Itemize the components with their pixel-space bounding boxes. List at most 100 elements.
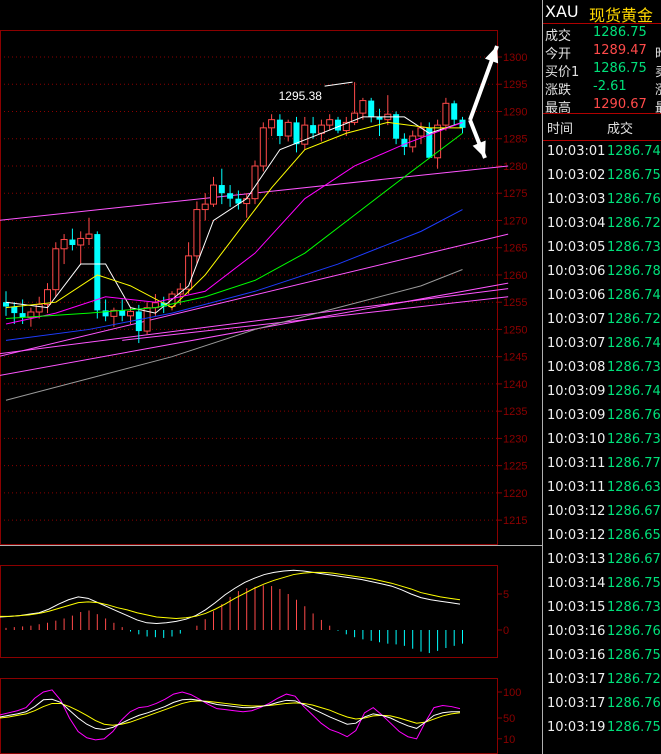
tick-row[interactable]: 10:03:09 1286.76 (543, 408, 661, 432)
tick-time: 10:03:08 (547, 360, 606, 375)
tick-price: 1286.67 (607, 504, 661, 519)
main-axis-label: 1220 (503, 488, 527, 500)
main-axis-label: 1285 (503, 134, 527, 146)
tick-price: 1286.75 (607, 720, 661, 735)
tick-row[interactable]: 10:03:14 1286.75 (543, 576, 661, 600)
candle-body-up (284, 121, 292, 137)
tick-row[interactable]: 10:03:06 1286.78 (543, 264, 661, 288)
candle-body-up (268, 119, 276, 129)
main-axis-label: 1300 (503, 52, 527, 64)
candle-body-down (11, 306, 18, 314)
tick-row[interactable]: 10:03:01 1286.74 (543, 144, 661, 168)
candle-body-up (77, 237, 85, 246)
tick-time: 10:03:16 (547, 648, 606, 663)
candle-body-up (201, 203, 209, 211)
candle-body-up (210, 184, 217, 205)
chart-area[interactable]: 1300 1295 1290 1285 1280 1275 1270 1265 1260 1255… (0, 0, 542, 754)
tick-row[interactable]: 10:03:17 1286.76 (543, 696, 661, 720)
ma20-line (5, 121, 463, 325)
quote-label: 买价1 (545, 65, 580, 80)
tick-price: 1286.76 (607, 192, 661, 207)
candle-body-up (85, 233, 93, 239)
tick-row[interactable]: 10:03:02 1286.75 (543, 168, 661, 192)
ma30-line (5, 132, 463, 320)
tick-time: 10:03:14 (547, 576, 606, 591)
ma5-line (5, 116, 463, 314)
tick-row[interactable]: 10:03:16 1286.75 (543, 648, 661, 672)
tick-row[interactable]: 10:03:07 1286.72 (543, 312, 661, 336)
tick-time: 10:03:02 (547, 168, 606, 183)
tick-row[interactable]: 10:03:19 1286.75 (543, 720, 661, 744)
candle-body-up (243, 198, 251, 205)
tick-time: 10:03:01 (547, 144, 606, 159)
tick-time: 10:03:07 (547, 336, 606, 351)
tick-row[interactable]: 10:03:11 1286.77 (543, 456, 661, 480)
tick-time: 10:03:05 (547, 240, 606, 255)
tick-price: 1286.65 (607, 528, 661, 543)
main-axis-label: 1255 (503, 297, 527, 309)
candle-body-down (451, 103, 458, 120)
tick-row[interactable]: 10:03:09 1286.74 (543, 384, 661, 408)
kdj-axis-label: 50 (503, 713, 515, 725)
tick-time: 10:03:15 (547, 600, 606, 615)
tick-row[interactable]: 10:03:03 1286.76 (543, 192, 661, 216)
main-axis-label: 1230 (503, 433, 527, 445)
tick-price: 1286.72 (607, 312, 661, 327)
kdj-d-line (0, 700, 461, 726)
tick-time: 10:03:09 (547, 384, 606, 399)
tick-row[interactable]: 10:03:07 1286.74 (543, 336, 661, 360)
candle-body-up (359, 100, 367, 114)
quote-value: 1286.75 (593, 25, 647, 40)
tick-row[interactable]: 10:03:13 1286.67 (543, 552, 661, 576)
tick-price: 1286.77 (607, 456, 661, 471)
quote-row: 涨跌 -2.61 涨 (543, 79, 661, 98)
tick-row[interactable]: 10:03:16 1286.76 (543, 624, 661, 648)
tick-row[interactable]: 10:03:15 1286.73 (543, 600, 661, 624)
tick-row[interactable]: 10:03:12 1286.65 (543, 528, 661, 552)
candle-body-down (19, 313, 26, 318)
tick-price: 1286.74 (607, 384, 661, 399)
tick-row[interactable]: 10:03:17 1286.72 (543, 672, 661, 696)
tick-row[interactable]: 10:03:06 1286.74 (543, 288, 661, 312)
tick-time: 10:03:17 (547, 672, 606, 687)
tick-row[interactable]: 10:03:11 1286.63 (543, 480, 661, 504)
quote-label: 涨跌 (545, 83, 572, 98)
main-axis-label: 1270 (503, 215, 527, 227)
main-panel-frame (0, 30, 498, 545)
tick-price: 1286.74 (607, 144, 661, 159)
tick-time: 10:03:06 (547, 288, 606, 303)
candle-body-down (335, 119, 341, 131)
tick-time: 10:03:06 (547, 264, 606, 279)
tick-time: 10:03:03 (547, 192, 606, 207)
tick-price: 1286.73 (607, 240, 661, 255)
tick-price: 1286.72 (607, 216, 661, 231)
quote-value: -2.61 (593, 79, 627, 94)
main-axis-label: 1275 (503, 188, 527, 200)
main-axis-label: 1215 (503, 515, 527, 527)
tick-price: 1286.76 (607, 624, 661, 639)
candle-body-down (310, 125, 317, 134)
quote-extra-label: 涨 (655, 79, 661, 98)
candle-body-up (44, 289, 51, 305)
quote-row: 今开 1289.47 昨 (543, 43, 661, 62)
kline-chart-svg[interactable]: 1300 1295 1290 1285 1280 1275 1270 1265 1260 1255… (0, 0, 542, 754)
tick-price: 1286.74 (607, 288, 661, 303)
tick-row[interactable]: 10:03:10 1286.73 (543, 432, 661, 456)
header-divider (543, 23, 661, 24)
ticks-header-time: 时间 (547, 122, 574, 137)
tick-row[interactable]: 10:03:05 1286.73 (543, 240, 661, 264)
main-axis-label: 1280 (503, 161, 527, 173)
tick-row[interactable]: 10:03:12 1286.67 (543, 504, 661, 528)
tick-row[interactable]: 10:03:08 1286.73 (543, 360, 661, 384)
tick-price: 1286.76 (607, 408, 661, 423)
candle-body-down (459, 119, 466, 128)
candle-body-up (251, 165, 259, 200)
tick-price: 1286.73 (607, 360, 661, 375)
tick-time: 10:03:12 (547, 504, 606, 519)
tick-row[interactable]: 10:03:04 1286.72 (543, 216, 661, 240)
tick-time: 10:03:09 (547, 408, 606, 423)
tick-price: 1286.63 (607, 480, 661, 495)
ma10-line (5, 121, 463, 309)
candle-body-down (218, 185, 225, 194)
main-axis-label: 1245 (503, 352, 527, 364)
